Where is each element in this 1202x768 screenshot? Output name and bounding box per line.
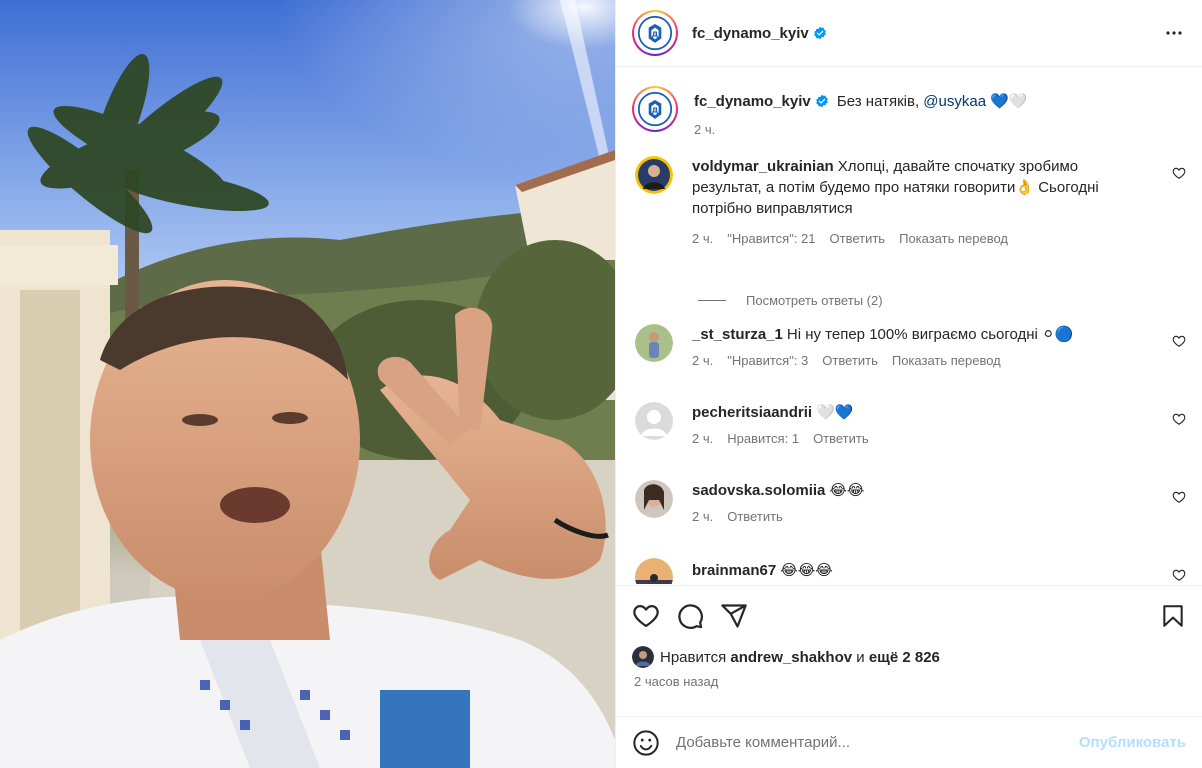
reply-button[interactable]: Ответить — [830, 231, 886, 246]
photo-illustration — [0, 0, 615, 768]
liker-avatar — [632, 646, 654, 668]
caption-username[interactable]: fc_dynamo_kyiv — [694, 93, 811, 110]
caption-emoji: 💙🤍 — [990, 93, 1028, 110]
comment-like-heart-icon[interactable] — [1172, 568, 1186, 582]
svg-text:Д: Д — [652, 106, 658, 115]
avatar-image — [635, 324, 673, 362]
smiley-icon — [633, 729, 659, 756]
comment-time[interactable]: 2 ч. — [692, 231, 713, 246]
comment-time[interactable]: 2 ч. — [692, 353, 713, 368]
likes-count[interactable]: ещё 2 826 — [869, 649, 940, 666]
post-header: Д fc_dynamo_kyiv — [616, 0, 1202, 67]
account-avatar[interactable]: Д — [632, 10, 678, 56]
post-photo[interactable] — [0, 0, 615, 768]
comment-button[interactable] — [676, 602, 704, 630]
comment-text: 😂😂😂 — [780, 562, 833, 579]
comments-list[interactable]: Д fc_dynamo_kyiv Без натяків, @usykaa 💙🤍 — [616, 68, 1202, 584]
heart-icon — [633, 604, 659, 628]
comment-likes[interactable]: "Нравится": 21 — [727, 231, 815, 246]
comment-item: voldymar_ukrainian Хлопці, давайте спочат… — [632, 156, 1186, 276]
caption-avatar[interactable]: Д — [632, 86, 678, 132]
caption-mention[interactable]: @usykaa — [923, 93, 986, 110]
comment-like-heart-icon[interactable] — [1172, 412, 1186, 426]
svg-text:Д: Д — [652, 30, 658, 39]
comment-username[interactable]: pecheritsiaandrii — [692, 404, 812, 421]
translate-button[interactable]: Показать перевод — [899, 231, 1008, 246]
verified-badge-icon — [815, 94, 828, 108]
view-replies-label: Посмотреть ответы (2) — [746, 292, 883, 308]
comment-username[interactable]: _st_sturza_1 — [692, 326, 783, 343]
emoji-button[interactable] — [632, 729, 660, 757]
post-side-panel: Д fc_dynamo_kyiv Д fc_dynamo_kyiv Без на… — [615, 0, 1202, 768]
caption-text: Без натяків, — [836, 93, 924, 110]
verified-badge-icon — [813, 26, 826, 40]
instagram-post-view: Д fc_dynamo_kyiv Д fc_dynamo_kyiv Без на… — [0, 0, 1202, 768]
likes-connector: и — [856, 648, 865, 666]
comment-item: brainman67 😂😂😂 — [632, 558, 1186, 584]
comment-text: Ні ну тепер 100% виграємо сьогодні ⚪🔵 — [786, 326, 1074, 343]
dynamo-logo-icon: Д — [637, 15, 673, 51]
avatar-image — [635, 480, 673, 518]
comment-username[interactable]: sadovska.solomiia — [692, 482, 825, 499]
bookmark-icon — [1163, 605, 1183, 627]
reply-button[interactable]: Ответить — [727, 509, 783, 524]
comment-item: pecheritsiaandrii 🤍💙 2 ч. Нравится: 1 Отв… — [632, 402, 1186, 480]
likes-summary[interactable]: Нравится andrew_shakhov и ещё 2 826 — [616, 646, 1202, 668]
post-time-ago[interactable]: 2 часов назад — [616, 668, 1202, 689]
comment-time[interactable]: 2 ч. — [692, 509, 713, 524]
more-options-button[interactable] — [1162, 21, 1186, 45]
replies-divider — [698, 299, 726, 301]
comment-avatar[interactable] — [635, 558, 673, 584]
post-caption: Д fc_dynamo_kyiv Без натяків, @usykaa 💙🤍 — [632, 68, 1186, 156]
avatar-image — [635, 156, 673, 194]
dynamo-logo-icon: Д — [637, 91, 673, 127]
liker-username[interactable]: andrew_shakhov — [730, 649, 852, 666]
comment-avatar[interactable] — [635, 480, 673, 518]
view-replies-button[interactable]: Посмотреть ответы (2) — [698, 276, 1186, 324]
comment-likes[interactable]: "Нравится": 3 — [727, 353, 808, 368]
comment-text: 🤍💙 — [816, 404, 854, 421]
header-username[interactable]: fc_dynamo_kyiv — [692, 25, 809, 42]
save-button[interactable] — [1160, 603, 1186, 629]
comment-like-heart-icon[interactable] — [1172, 334, 1186, 348]
share-icon — [721, 604, 747, 628]
comment-likes[interactable]: Нравится: 1 — [727, 431, 799, 446]
publish-button[interactable]: Опубликовать — [1079, 734, 1186, 751]
add-comment-bar: Опубликовать — [616, 716, 1202, 768]
translate-button[interactable]: Показать перевод — [892, 353, 1001, 368]
comment-username[interactable]: brainman67 — [692, 562, 776, 579]
likes-prefix: Нравится — [660, 648, 727, 666]
comment-input[interactable] — [676, 734, 1079, 751]
comment-avatar[interactable] — [635, 324, 673, 362]
avatar-image — [635, 558, 673, 584]
share-button[interactable] — [720, 602, 748, 630]
reply-button[interactable]: Ответить — [813, 431, 869, 446]
comment-like-heart-icon[interactable] — [1172, 166, 1186, 180]
comment-time[interactable]: 2 ч. — [692, 431, 713, 446]
comment-avatar[interactable] — [635, 402, 673, 440]
comment-item: _st_sturza_1 Ні ну тепер 100% виграємо сь… — [632, 324, 1186, 402]
post-actions: Нравится andrew_shakhov и ещё 2 826 2 ча… — [616, 585, 1202, 728]
comment-like-heart-icon[interactable] — [1172, 490, 1186, 504]
comment-text: 😂😂 — [829, 482, 865, 499]
default-avatar-icon — [635, 402, 673, 440]
comment-item: sadovska.solomiia 😂😂 2 ч. Ответить — [632, 480, 1186, 558]
like-button[interactable] — [632, 602, 660, 630]
comment-username[interactable]: voldymar_ukrainian — [692, 158, 834, 175]
comment-avatar[interactable] — [635, 156, 673, 194]
reply-button[interactable]: Ответить — [822, 353, 878, 368]
more-horizontal-icon — [1166, 31, 1182, 35]
comment-icon — [678, 604, 703, 629]
caption-time[interactable]: 2 ч. — [694, 120, 715, 140]
